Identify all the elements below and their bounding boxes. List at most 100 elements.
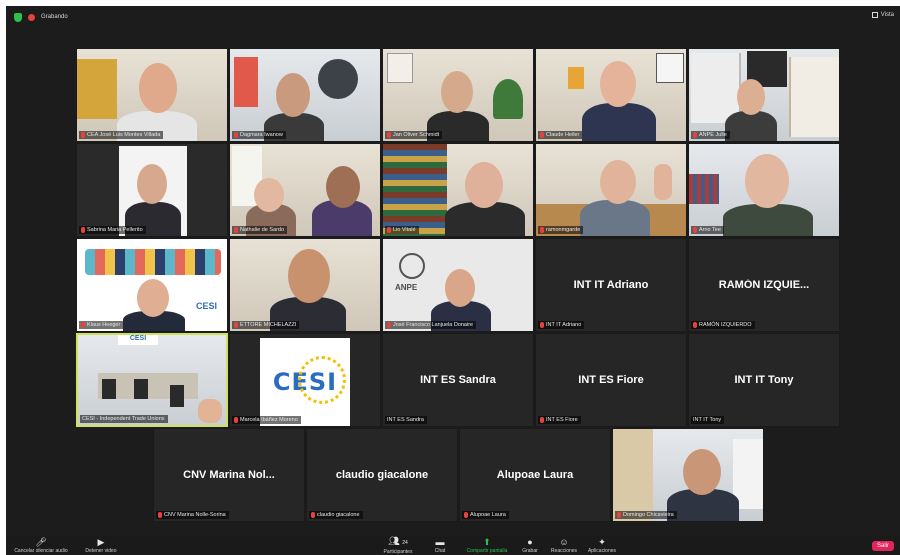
participant-display-name: INT ES Fiore [578, 374, 644, 386]
participant-name: CEA José Luis Montes Villada [87, 132, 161, 138]
participant-tile[interactable]: claudio giacalone claudio giacalone [306, 428, 458, 522]
participant-video [689, 144, 839, 236]
participant-nameplate: RAMÓN IZQUIERDO [691, 321, 755, 329]
participant-tile[interactable]: Lio Vitalé [382, 143, 534, 237]
participant-tile[interactable]: CNV Marina Nol... CNV Marina Nolle-Sorin… [153, 428, 305, 522]
participant-nameplate: Jan Oliver Schmidt [385, 131, 443, 139]
mic-muted-icon [234, 132, 238, 138]
participant-name: Dagmara Iwanow [240, 132, 283, 138]
participant-nameplate: INT ES Sandra [385, 416, 427, 424]
participant-video: CESI [78, 335, 226, 425]
participant-nameplate: CESI - Independent Trade Unions [80, 415, 168, 423]
participant-tile[interactable]: INT IT Adriano INT IT Adriano [535, 238, 687, 332]
participant-nameplate: Sabrina Maria Pellerito [79, 226, 146, 234]
participant-tile[interactable]: Domingo Chicavieira [612, 428, 764, 522]
participant-video [383, 49, 533, 141]
participant-name: INT IT Adriano [546, 322, 582, 328]
participant-name: Arno Tee [699, 227, 721, 233]
participant-nameplate: ETTORE MICHELAZZI [232, 321, 300, 329]
participant-tile[interactable]: Sabrina Maria Pellerito [76, 143, 228, 237]
cesi-logo: CESI [260, 338, 350, 426]
participant-tile-active-speaker[interactable]: CESI CESI - Independent Trade Unions [76, 333, 228, 427]
participant-tile[interactable]: Jan Oliver Schmidt [382, 48, 534, 142]
participants-button[interactable]: 👥︎ 24 Participantes [376, 536, 420, 555]
video-label: Detener video [85, 547, 117, 554]
participant-display-name: CNV Marina Nol... [183, 469, 275, 481]
record-icon: ● [527, 536, 533, 547]
mic-muted-icon [234, 322, 238, 328]
participant-nameplate: ramonmgarde [538, 226, 584, 234]
mic-muted-icon [311, 512, 315, 518]
participant-tile[interactable]: INT ES Sandra INT ES Sandra [382, 333, 534, 427]
participant-name: CNV Marina Nolle-Sorina [164, 512, 226, 518]
participant-tile[interactable]: Nathalie de Sardo [229, 143, 381, 237]
participants-icon: 👥︎ 24 [388, 535, 408, 546]
share-screen-button[interactable]: ⬆ Compartir pantalla [458, 536, 516, 555]
participant-tile[interactable]: ramonmgarde [535, 143, 687, 237]
mic-muted-icon [387, 322, 391, 328]
mic-muted-icon [387, 132, 391, 138]
leave-button[interactable]: Salir [871, 541, 894, 551]
participant-tile[interactable]: CESI Marcela Ibáñez Moreno [229, 333, 381, 427]
view-button[interactable]: Vista [871, 12, 894, 18]
participant-tile[interactable]: ETTORE MICHELAZZI [229, 238, 381, 332]
participant-nameplate: José Francisco Lanjuela Donaire [385, 321, 477, 329]
participant-tile[interactable]: INT IT Tony INT IT Tony [688, 333, 840, 427]
microphone-muted-icon: 🎤︎ [35, 536, 47, 547]
meeting-window: Grabando Vista CEA José Luis Montes Vill… [6, 6, 900, 555]
mic-muted-icon [158, 512, 162, 518]
mic-muted-icon [81, 322, 85, 328]
top-bar: Grabando Vista [6, 6, 900, 28]
participant-tile[interactable]: ANPE José Francisco Lanjuela Donaire [382, 238, 534, 332]
participant-display-name: INT ES Sandra [420, 374, 496, 386]
participant-name: Nathalie de Sardo [240, 227, 285, 233]
participant-name: Klaus Heeger [87, 322, 121, 328]
participant-video [536, 49, 686, 141]
participant-nameplate: ANPE Julie [691, 131, 730, 139]
participant-tile[interactable]: ANPE Julie [688, 48, 840, 142]
share-screen-icon: ⬆ [483, 536, 491, 547]
participant-nameplate: Alupoae Laura [462, 511, 509, 519]
participant-tile[interactable]: RAMÓN IZQUIE... RAMÓN IZQUIERDO [688, 238, 840, 332]
unmute-button[interactable]: 🎤︎ Cancelar silenciar audio [10, 536, 72, 555]
recording-label: Grabando [41, 14, 68, 20]
participant-video [230, 239, 380, 331]
apps-icon: ✦ [598, 536, 606, 547]
reactions-button[interactable]: ☺ Reacciones [550, 536, 578, 555]
participant-video: ANPE [383, 239, 533, 331]
participant-tile[interactable]: Dagmara Iwanow [229, 48, 381, 142]
participant-name: Marcela Ibáñez Moreno [240, 417, 298, 423]
participant-name: Claude Heiler [546, 132, 580, 138]
stop-video-button[interactable]: ▶ Detener video [78, 536, 124, 555]
mic-muted-icon [693, 227, 697, 233]
participant-name: ramonmgarde [546, 227, 581, 233]
participant-name: Sabrina Maria Pellerito [87, 227, 143, 233]
participant-display-name: RAMÓN IZQUIE... [718, 279, 810, 291]
apps-button[interactable]: ✦ Aplicaciones [584, 536, 620, 555]
participant-nameplate: Arno Tee [691, 226, 724, 234]
video-camera-icon: ▶ [97, 536, 105, 547]
smiley-icon: ☺ [559, 536, 569, 547]
participant-tile[interactable]: Alupoae Laura Alupoae Laura [459, 428, 611, 522]
participant-nameplate: CEA José Luis Montes Villada [79, 131, 164, 139]
participant-tile[interactable]: Arno Tee [688, 143, 840, 237]
anpe-logo-text: ANPE [395, 283, 418, 292]
participants-label: Participantes [383, 548, 413, 555]
chat-label: Chat [434, 547, 446, 554]
record-button[interactable]: ● Grabar [518, 536, 542, 555]
security-shield-icon[interactable] [14, 12, 22, 22]
chat-button[interactable]: ▬ Chat [430, 536, 450, 555]
participant-video [536, 144, 686, 236]
apps-label: Aplicaciones [587, 547, 617, 554]
participant-tile[interactable]: Claude Heiler [535, 48, 687, 142]
participants-count: 24 [402, 539, 408, 546]
participant-name: INT ES Fiore [546, 417, 578, 423]
record-label: Grabar [522, 547, 538, 554]
participant-name: claudio giacalone [317, 512, 360, 518]
participant-tile[interactable]: CESI Klaus Heeger [76, 238, 228, 332]
reactions-label: Reacciones [550, 547, 578, 554]
participant-tile[interactable]: CEA José Luis Montes Villada [76, 48, 228, 142]
participant-name: Lio Vitalé [393, 227, 416, 233]
mic-muted-icon [234, 227, 238, 233]
participant-tile[interactable]: INT ES Fiore INT ES Fiore [535, 333, 687, 427]
